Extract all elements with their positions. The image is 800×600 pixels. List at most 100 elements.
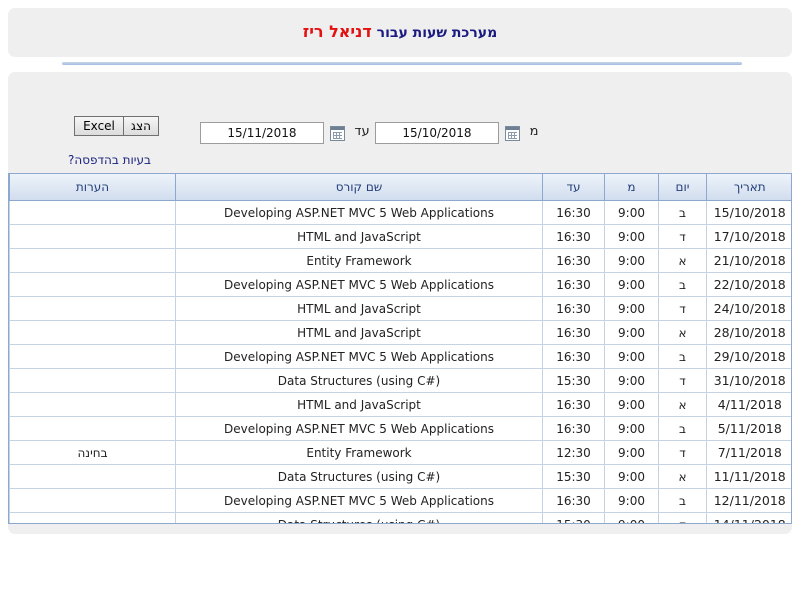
- table-row[interactable]: 4/11/2018 א 9:00 16:30 HTML and JavaScript: [9, 392, 791, 417]
- header-panel: מערכת שעות עבור דניאל ריז: [8, 8, 792, 57]
- column-header-to[interactable]: עד: [542, 174, 605, 201]
- table-row[interactable]: 17/10/2018 ד 9:00 16:30 HTML and JavaScript: [9, 224, 791, 249]
- cell-day: א: [658, 320, 707, 345]
- cell-date: 4/11/2018: [706, 392, 791, 417]
- cell-course: HTML and JavaScript: [175, 320, 543, 345]
- cell-date: 29/10/2018: [706, 344, 791, 369]
- show-button[interactable]: הצג: [123, 116, 159, 136]
- cell-date: 15/10/2018: [706, 200, 791, 225]
- cell-to: 16:30: [542, 320, 605, 345]
- table-row[interactable]: 5/11/2018 ב 9:00 16:30 Developing ASP.NET MV…: [9, 416, 791, 441]
- cell-day: ד: [658, 440, 707, 465]
- cell-day: א: [658, 464, 707, 489]
- cell-course: HTML and JavaScript: [175, 224, 543, 249]
- from-date-label: מ: [529, 124, 539, 139]
- table-row[interactable]: 22/10/2018 ב 9:00 16:30 Developing ASP.NET M…: [9, 272, 791, 297]
- cell-date: 12/11/2018: [706, 488, 791, 513]
- cell-to: 16:30: [542, 488, 605, 513]
- table-row[interactable]: 24/10/2018 ד 9:00 16:30 HTML and JavaScript: [9, 296, 791, 321]
- cell-date: 21/10/2018: [706, 248, 791, 273]
- cell-course: Developing ASP.NET MVC 5 Web Application…: [175, 344, 543, 369]
- cell-from: 9:00: [604, 200, 659, 225]
- cell-notes: [9, 320, 176, 345]
- cell-notes: [9, 296, 176, 321]
- cell-day: א: [658, 248, 707, 273]
- cell-date: 17/10/2018: [706, 224, 791, 249]
- table-row[interactable]: 21/10/2018 א 9:00 16:30 Entity Framework: [9, 248, 791, 273]
- cell-notes: [9, 512, 176, 523]
- from-date-input[interactable]: [375, 122, 499, 144]
- cell-from: 9:00: [604, 224, 659, 249]
- cell-to: 16:30: [542, 200, 605, 225]
- user-name: דניאל ריז: [302, 22, 372, 41]
- cell-course: HTML and JavaScript: [175, 392, 543, 417]
- cell-day: ד: [658, 368, 707, 393]
- cell-notes: [9, 416, 176, 441]
- cell-date: 31/10/2018: [706, 368, 791, 393]
- cell-to: 16:30: [542, 248, 605, 273]
- column-header-course[interactable]: שם קורס: [175, 174, 543, 201]
- column-header-date[interactable]: תאריך: [706, 174, 791, 201]
- cell-notes: [9, 200, 176, 225]
- excel-button[interactable]: Excel: [74, 116, 124, 136]
- cell-day: ד: [658, 296, 707, 321]
- table-row[interactable]: 14/11/2018ד9:0015:30Data Structures (usi…: [9, 512, 791, 523]
- cell-to: 16:30: [542, 344, 605, 369]
- cell-course: Developing ASP.NET MVC 5 Web Application…: [175, 200, 543, 225]
- cell-from: 9:00: [604, 392, 659, 417]
- column-header-from[interactable]: מ: [604, 174, 659, 201]
- title-prefix: מערכת שעות עבור: [376, 25, 498, 41]
- cell-from: 9:00: [604, 488, 659, 513]
- table-row[interactable]: 12/11/2018 ב 9:00 16:30 Developing ASP.NET M…: [9, 488, 791, 513]
- column-header-day[interactable]: יום: [658, 174, 707, 201]
- cell-from: 9:00: [604, 272, 659, 297]
- table-row[interactable]: 15/10/2018 ב 9:00 16:30 Developing ASP.NET M…: [9, 200, 791, 225]
- cell-to: 16:30: [542, 296, 605, 321]
- cell-course: Entity Framework: [175, 248, 543, 273]
- cell-notes: [9, 464, 176, 489]
- cell-from: 9:00: [604, 368, 659, 393]
- cell-course: Data Structures (using C#): [175, 512, 543, 523]
- table-row[interactable]: 31/10/2018 ד 9:00 15:30 Data Structures (usi…: [9, 368, 791, 393]
- schedule-table: תאריך יום מ עד שם קורס הערות 15/10/2018 ב…: [9, 174, 791, 523]
- cell-to: 16:30: [542, 416, 605, 441]
- cell-notes: [9, 224, 176, 249]
- cell-course: Developing ASP.NET MVC 5 Web Application…: [175, 416, 543, 441]
- cell-from: 9:00: [604, 464, 659, 489]
- cell-day: ד: [658, 224, 707, 249]
- cell-day: א: [658, 392, 707, 417]
- to-calendar-icon[interactable]: [330, 126, 345, 141]
- cell-from: 9:00: [604, 440, 659, 465]
- page-title: מערכת שעות עבור דניאל ריז: [8, 22, 792, 41]
- cell-to: 12:30: [542, 440, 605, 465]
- table-row[interactable]: 7/11/2018 ד 9:00 12:30 Entity Framework בחינה: [9, 440, 791, 465]
- header-divider: [62, 62, 742, 65]
- cell-to: 15:30: [542, 464, 605, 489]
- cell-from: 9:00: [604, 512, 659, 523]
- table-row[interactable]: 29/10/2018 ב 9:00 16:30 Developing ASP.NET M…: [9, 344, 791, 369]
- cell-date: 24/10/2018: [706, 296, 791, 321]
- cell-date: 7/11/2018: [706, 440, 791, 465]
- table-row[interactable]: 28/10/2018 א 9:00 16:30 HTML and JavaScript: [9, 320, 791, 345]
- cell-notes: [9, 488, 176, 513]
- cell-notes: בחינה: [9, 440, 176, 465]
- table-row[interactable]: 11/11/2018 א 9:00 15:30 Data Structures (usi…: [9, 464, 791, 489]
- column-header-notes[interactable]: הערות: [9, 174, 176, 201]
- cell-course: Developing ASP.NET MVC 5 Web Application…: [175, 488, 543, 513]
- cell-course: Data Structures (using C#): [175, 368, 543, 393]
- cell-notes: [9, 368, 176, 393]
- cell-course: Entity Framework: [175, 440, 543, 465]
- from-calendar-icon[interactable]: [505, 126, 520, 141]
- cell-course: HTML and JavaScript: [175, 296, 543, 321]
- print-issues-link[interactable]: בעיות בהדפסה?: [68, 153, 151, 167]
- to-date-input[interactable]: [200, 122, 324, 144]
- cell-from: 9:00: [604, 248, 659, 273]
- cell-date: 22/10/2018: [706, 272, 791, 297]
- cell-day: ב: [658, 416, 707, 441]
- to-date-label: עד: [354, 124, 370, 139]
- cell-notes: [9, 392, 176, 417]
- cell-to: 16:30: [542, 272, 605, 297]
- cell-from: 9:00: [604, 416, 659, 441]
- schedule-grid[interactable]: תאריך יום מ עד שם קורס הערות 15/10/2018 ב…: [8, 173, 792, 524]
- cell-notes: [9, 272, 176, 297]
